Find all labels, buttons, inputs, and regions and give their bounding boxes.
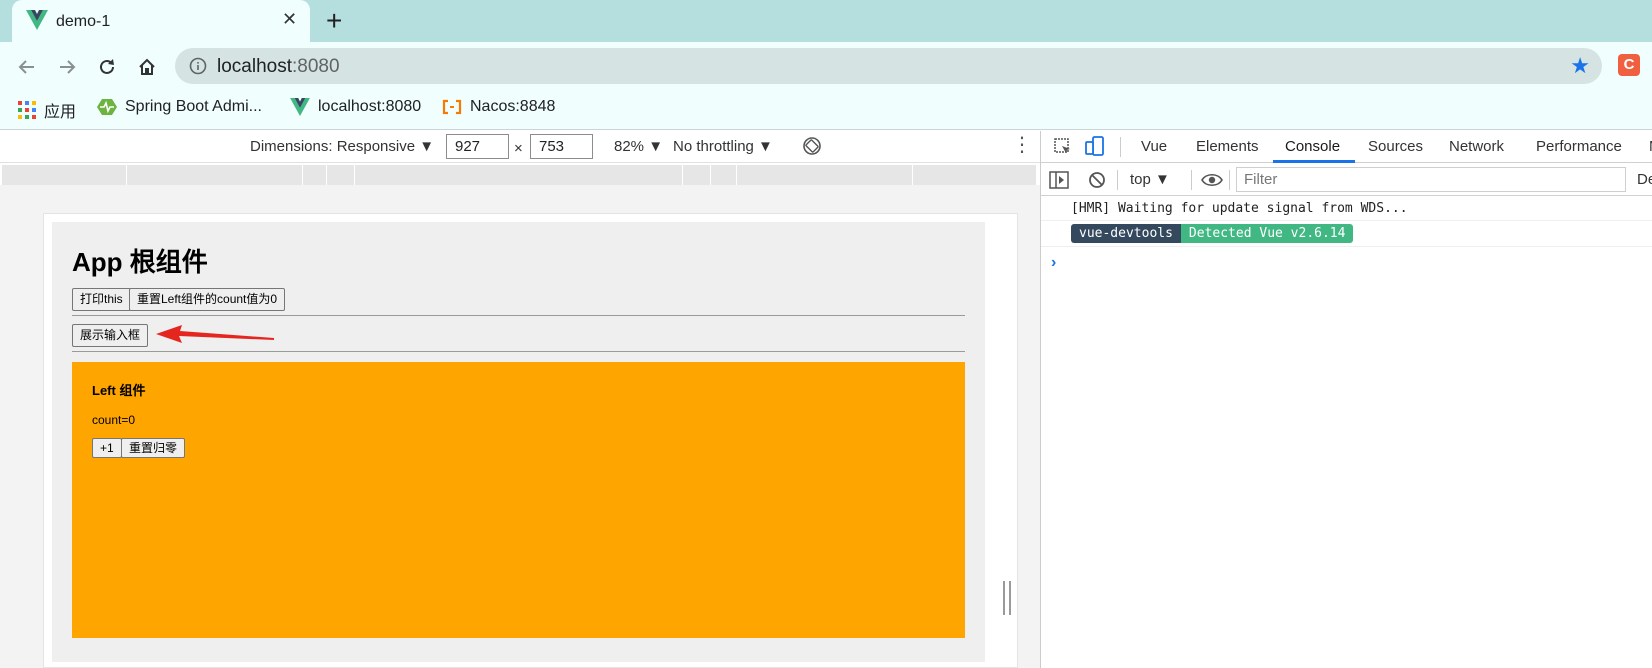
tab-demo-1[interactable]: demo-1 ✕ (12, 0, 310, 42)
ruler-segment[interactable] (682, 165, 683, 185)
inspect-element-icon[interactable] (1053, 137, 1073, 157)
ruler-segment[interactable] (302, 165, 303, 185)
spring-boot-admin-icon (97, 99, 117, 115)
reset-left-count-button[interactable]: 重置Left组件的count值为0 (129, 288, 286, 311)
devtools-tab-bar: Vue Elements Console Sources Network Per… (1041, 131, 1652, 163)
ruler-segment[interactable] (126, 165, 127, 185)
count-text: count=0 (92, 413, 136, 427)
device-toggle-icon[interactable] (1085, 136, 1105, 158)
vue-logo-icon (290, 98, 310, 116)
rotate-icon[interactable] (802, 136, 822, 156)
divider (72, 351, 965, 352)
toolbar-separator (1229, 170, 1230, 190)
context-selector[interactable]: top ▼ (1130, 171, 1170, 188)
nacos-icon (442, 99, 462, 115)
throttling-dropdown[interactable]: No throttling ▼ (673, 138, 773, 155)
bookmark-label: localhost:8080 (318, 98, 422, 115)
tab-elements[interactable]: Elements (1196, 138, 1259, 155)
devtools-panel: Vue Elements Console Sources Network Per… (1040, 131, 1652, 668)
toolbar-separator (1191, 170, 1192, 190)
bookmarks-bar: 应用 Spring Boot Admi... localhost:8080 Na… (0, 92, 1652, 128)
dimensions-dropdown[interactable]: Dimensions: Responsive ▼ (250, 138, 434, 155)
ruler-segment[interactable] (326, 165, 327, 185)
zoom-dropdown[interactable]: 82% ▼ (614, 138, 663, 155)
sidebar-toggle-icon[interactable] (1049, 171, 1069, 189)
red-arrow-annotation-icon (156, 325, 274, 343)
page-viewport: Dimensions: Responsive ▼ 927 × 753 82% ▼… (0, 131, 1040, 668)
times-sign: × (514, 140, 523, 157)
reload-icon (100, 59, 114, 74)
tab-console[interactable]: Console (1285, 138, 1340, 155)
tab-network[interactable]: Network (1449, 138, 1504, 155)
clear-console-icon[interactable] (1088, 171, 1106, 189)
vue-logo-icon (26, 10, 48, 30)
left-component: Left 组件 count=0 +1 重置归零 (72, 362, 965, 638)
app-root-component: App 根组件 打印this 重置Left组件的count值为0 展示输入框 L… (52, 222, 985, 662)
console-message-text: [HMR] Waiting for update signal from WDS… (1071, 201, 1408, 216)
bookmark-label: 应用 (44, 104, 77, 121)
filter-input[interactable]: Filter (1236, 167, 1626, 192)
browser-window: demo-1 ✕ + localhost:8080 ★ C 应用 Spring … (0, 0, 1652, 668)
bookmark-nacos[interactable]: Nacos:8848 (442, 98, 555, 116)
new-tab-button[interactable]: + (326, 5, 342, 37)
resize-handle[interactable] (1003, 581, 1011, 615)
forward-button[interactable] (52, 52, 82, 82)
default-levels-dropdown[interactable]: De (1637, 171, 1652, 188)
toolbar-separator (1120, 137, 1121, 157)
url-host: localhost (217, 56, 292, 77)
tab-performance[interactable]: Performance (1536, 138, 1622, 155)
device-toolbar: Dimensions: Responsive ▼ 927 × 753 82% ▼… (0, 131, 1040, 163)
home-icon (139, 58, 155, 75)
extension-icon[interactable]: C (1618, 54, 1640, 76)
url-port: :8080 (292, 56, 340, 77)
bookmark-spring-boot-admin[interactable]: Spring Boot Admi... (97, 98, 262, 116)
console-message: [HMR] Waiting for update signal from WDS… (1041, 197, 1652, 221)
bookmark-label: Spring Boot Admi... (125, 98, 262, 115)
address-bar[interactable]: localhost:8080 ★ (175, 48, 1602, 84)
width-input[interactable]: 927 (446, 134, 509, 159)
ruler-segment[interactable] (354, 165, 355, 185)
tab-vue[interactable]: Vue (1141, 138, 1167, 155)
arrow-right-icon (60, 60, 76, 74)
url-text: localhost:8080 (217, 56, 340, 78)
vue-version-badge: Detected Vue v2.6.14 (1180, 224, 1354, 243)
browser-toolbar: localhost:8080 ★ C 应用 Spring Boot Admi..… (0, 42, 1652, 130)
ruler-segment[interactable] (912, 165, 913, 185)
divider (72, 315, 965, 316)
height-input[interactable]: 753 (530, 134, 593, 159)
more-options-icon[interactable]: ⋮ (1012, 135, 1032, 155)
bookmark-apps[interactable]: 应用 (18, 98, 76, 122)
star-icon[interactable]: ★ (1570, 55, 1590, 77)
emulated-device-frame: App 根组件 打印this 重置Left组件的count值为0 展示输入框 L… (43, 213, 1018, 668)
tab-title: demo-1 (56, 13, 111, 30)
bookmark-localhost[interactable]: localhost:8080 (290, 98, 421, 116)
home-button[interactable] (132, 52, 162, 82)
left-component-title: Left 组件 (92, 383, 146, 398)
back-button[interactable] (12, 52, 42, 82)
arrow-left-icon (18, 60, 34, 74)
close-icon[interactable]: ✕ (282, 9, 297, 30)
show-input-button[interactable]: 展示输入框 (72, 324, 149, 347)
eye-icon[interactable] (1201, 172, 1223, 188)
info-icon[interactable] (189, 57, 207, 75)
tab-strip: demo-1 ✕ + (0, 0, 1652, 42)
tab-sources[interactable]: Sources (1368, 138, 1423, 155)
active-tab-indicator (1273, 160, 1355, 163)
reset-count-button[interactable]: 重置归零 (121, 438, 186, 458)
ruler-segment[interactable] (710, 165, 711, 185)
apps-grid-icon (18, 101, 36, 119)
console-prompt[interactable]: › (1051, 254, 1056, 272)
console-toolbar: top ▼ Filter De (1041, 164, 1652, 196)
vue-devtools-badge: vue-devtools (1071, 224, 1181, 243)
plus-one-button[interactable]: +1 (92, 438, 122, 458)
media-query-ruler (2, 165, 1036, 185)
reload-button[interactable] (92, 52, 122, 82)
toolbar-separator (1117, 170, 1118, 190)
ruler-segment[interactable] (736, 165, 737, 185)
page-title: App 根组件 (72, 247, 208, 277)
print-this-button[interactable]: 打印this (72, 288, 131, 311)
bookmark-label: Nacos:8848 (470, 98, 556, 115)
console-message: vue-devtools Detected Vue v2.6.14 (1041, 221, 1652, 247)
